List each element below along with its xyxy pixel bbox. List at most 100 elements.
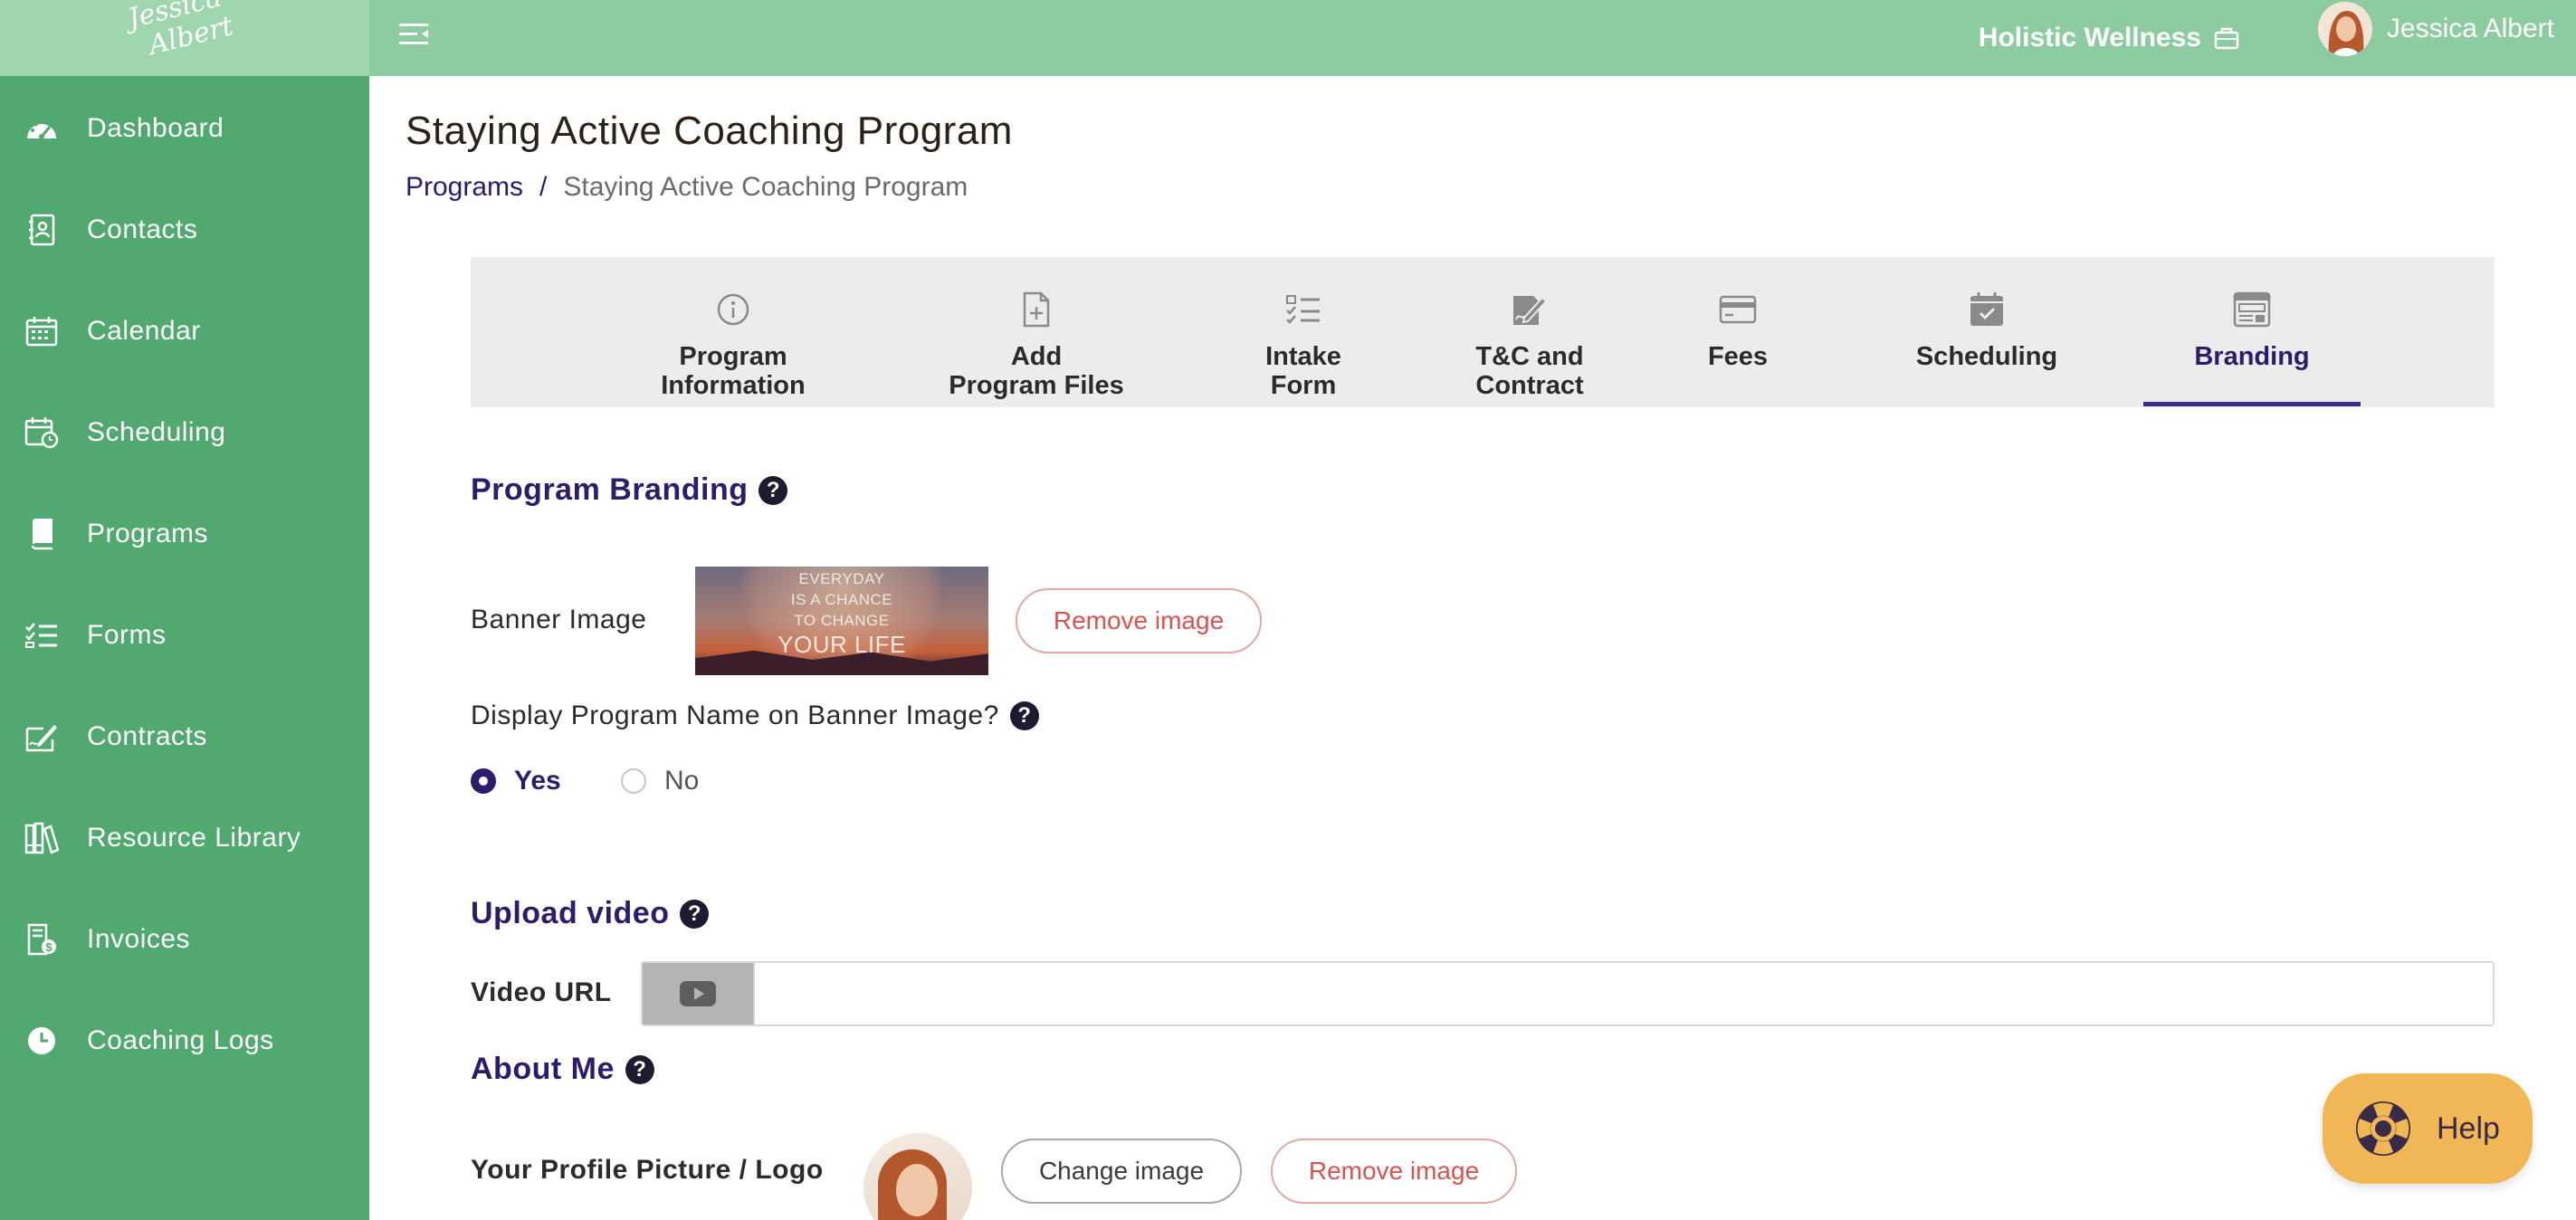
briefcase-icon (2214, 27, 2239, 50)
display-question-text: Display Program Name on Banner Image? (471, 701, 999, 730)
tab-label: Intake Form (1265, 342, 1341, 400)
video-play-icon (680, 981, 716, 1006)
tab-add-program-files[interactable]: Add Program Files (923, 257, 1150, 407)
business-switcher[interactable]: Holistic Wellness (1979, 14, 2239, 62)
tab-intake-form[interactable]: Intake Form (1231, 257, 1376, 407)
books-library-icon (24, 820, 60, 856)
sidebar-item-contracts[interactable]: Contracts (0, 696, 369, 777)
browser-window-icon (2232, 290, 2272, 329)
sidebar-item-scheduling[interactable]: Scheduling (0, 392, 369, 473)
breadcrumb: Programs / Staying Active Coaching Progr… (405, 172, 968, 203)
help-question-icon[interactable]: ? (758, 475, 788, 505)
sidebar-item-label: Forms (87, 620, 167, 650)
tab-label: Program Information (661, 342, 806, 400)
section-title-text: About Me (471, 1052, 615, 1086)
banner-quote-line: IS A CHANCE (790, 591, 893, 608)
banner-quote-line: YOUR LIFE (778, 631, 906, 658)
program-branding-heading: Program Branding ? (471, 472, 788, 508)
dashboard-gauge-icon (24, 110, 60, 147)
clock-icon (24, 1023, 60, 1059)
top-bar: Jessica Albert Holistic Wellness Jessica… (0, 0, 2576, 76)
sidebar-item-coaching-logs[interactable]: Coaching Logs (0, 1000, 369, 1082)
checklist-icon (24, 617, 60, 653)
profile-picture-label: Your Profile Picture / Logo (471, 1155, 824, 1185)
radio-button-selected[interactable] (471, 768, 496, 794)
radio-yes[interactable]: Yes (471, 766, 561, 796)
remove-profile-image-button[interactable]: Remove image (1271, 1139, 1517, 1204)
help-button[interactable]: Help (2323, 1073, 2533, 1184)
display-program-name-question: Display Program Name on Banner Image? ? (471, 701, 1039, 731)
banner-image-label: Banner Image (471, 605, 647, 634)
video-url-input-group (641, 961, 2495, 1026)
calendar-check-icon (1967, 290, 2007, 329)
sidebar-item-label: Programs (87, 519, 209, 548)
tab-label: T&C and Contract (1475, 342, 1584, 400)
about-me-heading: About Me ? (471, 1052, 654, 1087)
help-question-icon[interactable]: ? (625, 1054, 654, 1084)
section-title-text: Program Branding (471, 472, 749, 507)
logo-area[interactable]: Jessica Albert (0, 0, 369, 76)
video-url-input[interactable] (755, 963, 2493, 1025)
user-menu[interactable]: Jessica Albert (2317, 0, 2576, 58)
help-question-icon[interactable]: ? (680, 899, 710, 929)
credit-card-icon (1718, 290, 1758, 329)
radio-label-yes: Yes (514, 766, 561, 796)
radio-label-no: No (664, 766, 700, 796)
profile-face (896, 1164, 938, 1216)
sidebar-item-dashboard[interactable]: Dashboard (0, 88, 369, 169)
breadcrumb-programs-link[interactable]: Programs (405, 172, 523, 203)
lifebuoy-icon (2356, 1101, 2410, 1156)
sidebar-item-contacts[interactable]: Contacts (0, 189, 369, 271)
remove-banner-image-button[interactable]: Remove image (1016, 588, 1262, 653)
business-name: Holistic Wellness (1978, 23, 2201, 52)
info-circle-icon (713, 290, 753, 329)
sidebar-item-label: Contracts (87, 721, 207, 751)
tab-label: Branding (2194, 342, 2310, 371)
sidebar-item-calendar[interactable]: Calendar (0, 291, 369, 372)
logo: Jessica Albert (120, 0, 236, 66)
tab-branding[interactable]: Branding (2143, 257, 2361, 407)
tab-label: Add Program Files (949, 342, 1124, 400)
radio-no[interactable]: No (621, 766, 699, 796)
contacts-book-icon (24, 212, 60, 248)
invoice-dollar-icon: $ (24, 921, 60, 958)
menu-toggle-button[interactable] (395, 14, 434, 54)
sidebar-item-invoices[interactable]: $ Invoices (0, 899, 369, 980)
sidebar-item-label: Coaching Logs (87, 1025, 274, 1055)
sidebar-item-label: Contacts (87, 214, 198, 244)
page-title: Staying Active Coaching Program (405, 109, 1013, 153)
help-question-icon[interactable]: ? (1009, 701, 1039, 730)
tab-tc-and-contract[interactable]: T&C and Contract (1448, 257, 1611, 407)
help-label: Help (2437, 1110, 2500, 1146)
user-name: Jessica Albert (2386, 14, 2554, 43)
profile-picture (863, 1133, 972, 1220)
sidebar-item-programs[interactable]: Programs (0, 493, 369, 575)
banner-quote-line: EVERYDAY (798, 570, 885, 587)
sidebar-item-forms[interactable]: Forms (0, 595, 369, 676)
banner-quote-line: TO CHANGE (794, 612, 890, 629)
tab-scheduling[interactable]: Scheduling (1883, 257, 2091, 407)
radio-button-unselected[interactable] (621, 768, 646, 794)
upload-video-heading: Upload video ? (471, 896, 710, 931)
change-profile-image-button[interactable]: Change image (1001, 1139, 1242, 1204)
user-avatar (2317, 2, 2372, 56)
sidebar-item-resource-library[interactable]: Resource Library (0, 797, 369, 879)
tab-program-information[interactable]: Program Information (634, 257, 833, 407)
checklist-icon (1283, 290, 1323, 329)
signature-pen-icon (24, 719, 60, 755)
sidebar-item-label: Invoices (87, 924, 191, 954)
sidebar-item-label: Scheduling (87, 417, 226, 447)
tab-label: Fees (1707, 342, 1769, 371)
tab-fees[interactable]: Fees (1684, 257, 1792, 407)
file-plus-icon (1016, 290, 1056, 329)
svg-text:$: $ (45, 940, 52, 954)
program-tabs: Program Information Add Program Files In… (471, 257, 2495, 407)
menu-collapse-icon (399, 24, 428, 44)
banner-image-preview: EVERYDAY IS A CHANCE TO CHANGE YOUR LIFE (695, 567, 988, 675)
book-icon (24, 516, 60, 552)
active-tab-indicator (2143, 402, 2361, 406)
scheduling-clock-calendar-icon (24, 415, 60, 451)
breadcrumb-current: Staying Active Coaching Program (563, 172, 968, 202)
section-title-text: Upload video (471, 896, 670, 930)
banner-quote: EVERYDAY IS A CHANCE TO CHANGE YOUR LIFE (695, 568, 988, 658)
